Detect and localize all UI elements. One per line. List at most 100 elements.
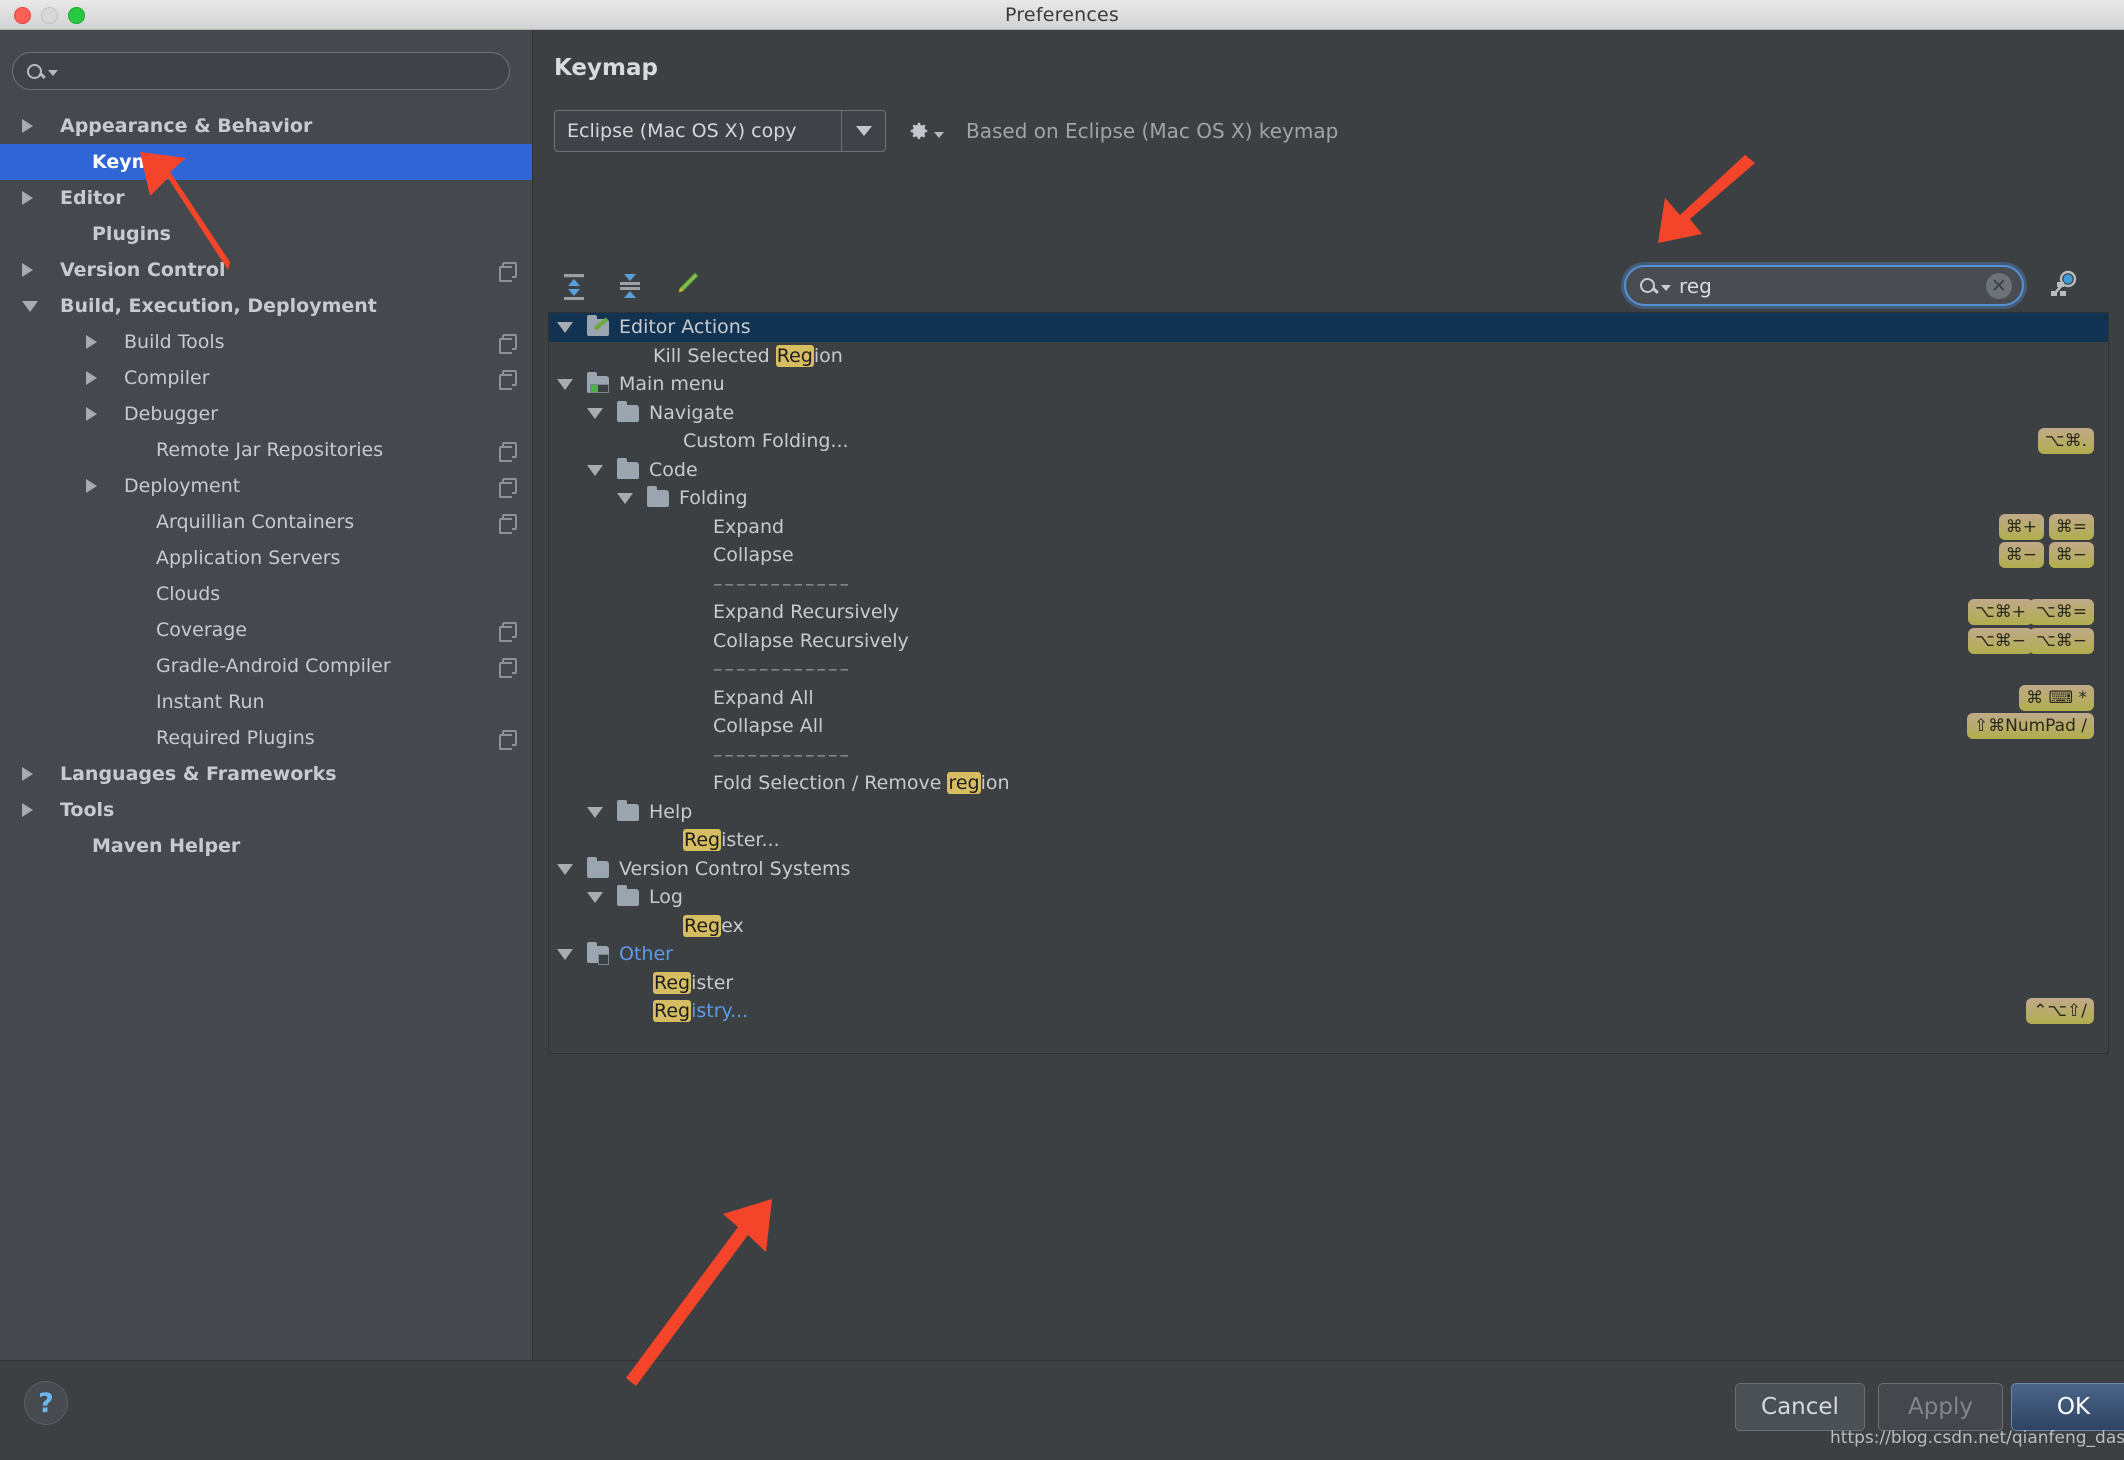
tree-row[interactable]: Collapse Recursively ⌥⌘− ⌥⌘− xyxy=(549,627,2108,656)
sidebar-item-plugins[interactable]: Plugins xyxy=(0,216,532,252)
chevron-down-icon[interactable] xyxy=(557,322,573,333)
sidebar-item-gradle-android-compiler[interactable]: Gradle-Android Compiler xyxy=(0,648,532,684)
sidebar-item-label: Clouds xyxy=(156,583,221,605)
sidebar-item-label: Build, Execution, Deployment xyxy=(60,295,377,317)
sidebar-item-build-tools[interactable]: Build Tools xyxy=(0,324,532,360)
keymap-search-box[interactable]: reg ✕ xyxy=(1624,265,2024,306)
chevron-right-icon[interactable] xyxy=(22,803,33,817)
keymap-toolbar xyxy=(554,268,706,302)
sidebar-item-label: Application Servers xyxy=(156,547,341,569)
sidebar-item-build-execution-deployment[interactable]: Build, Execution, Deployment xyxy=(0,288,532,324)
help-button[interactable]: ? xyxy=(24,1381,68,1425)
action-label: Expand Recursively xyxy=(713,601,900,624)
tree-row[interactable]: Custom Folding... ⌥⌘. xyxy=(549,427,2108,456)
gear-icon xyxy=(910,122,928,140)
action-label: Collapse All xyxy=(713,715,824,738)
sidebar-item-clouds[interactable]: Clouds xyxy=(0,576,532,612)
zoom-window-button[interactable] xyxy=(68,6,85,24)
keymap-settings-button[interactable] xyxy=(908,120,944,142)
watermark-text: https://blog.csdn.net/qianfeng_dashuju xyxy=(1830,1428,2124,1448)
clear-search-icon[interactable]: ✕ xyxy=(1986,273,2012,299)
chevron-down-icon[interactable] xyxy=(557,379,573,390)
action-label: Collapse xyxy=(713,544,794,567)
tree-row[interactable]: Fold Selection / Remove region xyxy=(549,769,2108,798)
cancel-button[interactable]: Cancel xyxy=(1735,1383,1865,1431)
chevron-right-icon[interactable] xyxy=(86,407,97,421)
tree-row[interactable]: Folding xyxy=(549,484,2108,513)
tree-row[interactable]: Main menu xyxy=(549,370,2108,399)
tree-row[interactable]: Navigate xyxy=(549,399,2108,428)
action-label: Main menu xyxy=(619,373,725,396)
close-window-button[interactable] xyxy=(14,6,31,24)
minimize-window-button[interactable] xyxy=(41,6,58,24)
sidebar-item-languages-frameworks[interactable]: Languages & Frameworks xyxy=(0,756,532,792)
sidebar-search-box[interactable] xyxy=(12,52,510,90)
tree-row[interactable]: Collapse ⌘− ⌘− xyxy=(549,541,2108,570)
sidebar-item-deployment[interactable]: Deployment xyxy=(0,468,532,504)
sidebar-item-keymap[interactable]: Keymap xyxy=(0,144,532,180)
chevron-right-icon[interactable] xyxy=(22,191,33,205)
sidebar-item-instant-run[interactable]: Instant Run xyxy=(0,684,532,720)
sidebar-item-maven-helper[interactable]: Maven Helper xyxy=(0,828,532,864)
shortcut-badge: ⌥⌘− xyxy=(1968,627,2033,654)
shortcut-badge: ⌥⌘. xyxy=(2038,428,2094,454)
copy-icon xyxy=(499,730,517,750)
tree-row[interactable]: Register... xyxy=(549,826,2108,855)
find-by-shortcut-icon[interactable] xyxy=(2046,268,2080,302)
sidebar-item-application-servers[interactable]: Application Servers xyxy=(0,540,532,576)
ok-button[interactable]: OK xyxy=(2011,1383,2124,1431)
tree-row[interactable]: Expand ⌘= ⌘+ xyxy=(549,513,2108,542)
chevron-down-icon[interactable] xyxy=(22,301,38,312)
chevron-right-icon[interactable] xyxy=(22,767,33,781)
chevron-down-icon[interactable] xyxy=(587,464,603,476)
tree-row[interactable]: Other xyxy=(549,940,2108,969)
tree-row[interactable]: Registry... ⌃⌥⇧/ xyxy=(549,997,2108,1026)
chevron-down-icon[interactable] xyxy=(587,806,603,818)
sidebar-item-version-control[interactable]: Version Control xyxy=(0,252,532,288)
separator-label: –––––––––––– xyxy=(713,658,851,681)
copy-icon xyxy=(499,442,517,462)
chevron-right-icon[interactable] xyxy=(22,119,33,133)
sidebar-item-appearance-behavior[interactable]: Appearance & Behavior xyxy=(0,108,532,144)
edit-shortcut-icon[interactable] xyxy=(666,268,706,302)
tree-row[interactable]: Version Control Systems xyxy=(549,855,2108,884)
chevron-right-icon[interactable] xyxy=(22,263,33,277)
collapse-all-icon[interactable] xyxy=(610,268,650,302)
action-label: Custom Folding... xyxy=(683,430,849,453)
sidebar-item-debugger[interactable]: Debugger xyxy=(0,396,532,432)
tree-row[interactable]: Log xyxy=(549,883,2108,912)
chevron-down-icon[interactable] xyxy=(587,407,603,419)
sidebar-item-required-plugins[interactable]: Required Plugins xyxy=(0,720,532,756)
chevron-down-icon[interactable] xyxy=(617,493,633,504)
action-label: Code xyxy=(649,458,698,481)
sidebar-item-label: Maven Helper xyxy=(92,835,241,857)
chevron-down-icon[interactable] xyxy=(557,949,573,960)
sidebar-item-compiler[interactable]: Compiler xyxy=(0,360,532,396)
chevron-down-icon[interactable] xyxy=(557,863,573,875)
expand-all-icon[interactable] xyxy=(554,268,594,302)
tree-row[interactable]: Kill Selected Region xyxy=(549,342,2108,371)
search-match-highlight: Reg xyxy=(683,829,722,852)
shortcut-badge: ⌥⌘− xyxy=(2029,627,2094,654)
sidebar-search-input[interactable] xyxy=(64,61,464,81)
chevron-down-icon[interactable] xyxy=(587,892,603,903)
chevron-right-icon[interactable] xyxy=(86,371,97,385)
sidebar-item-coverage[interactable]: Coverage xyxy=(0,612,532,648)
tree-row[interactable]: Editor Actions xyxy=(549,313,2108,342)
chevron-right-icon[interactable] xyxy=(86,335,97,349)
tree-row[interactable]: Code xyxy=(549,456,2108,485)
sidebar-item-tools[interactable]: Tools xyxy=(0,792,532,828)
tree-row[interactable]: Expand All ⌘ ⌨ * xyxy=(549,684,2108,713)
keymap-select[interactable]: Eclipse (Mac OS X) copy xyxy=(554,110,886,152)
tree-row[interactable]: Help xyxy=(549,798,2108,827)
tree-row[interactable]: Collapse All ⇧⌘NumPad / xyxy=(549,712,2108,741)
sidebar-item-label: Version Control xyxy=(60,259,226,281)
tree-row[interactable]: Register xyxy=(549,969,2108,998)
sidebar-item-remote-jar-repositories[interactable]: Remote Jar Repositories xyxy=(0,432,532,468)
tree-row[interactable]: Expand Recursively ⌥⌘= ⌥⌘+ xyxy=(549,598,2108,627)
tree-row[interactable]: Regex xyxy=(549,912,2108,941)
chevron-right-icon[interactable] xyxy=(86,479,97,493)
sidebar-item-editor[interactable]: Editor xyxy=(0,180,532,216)
keymap-select-dropdown-button[interactable] xyxy=(841,111,885,151)
sidebar-item-arquillian-containers[interactable]: Arquillian Containers xyxy=(0,504,532,540)
